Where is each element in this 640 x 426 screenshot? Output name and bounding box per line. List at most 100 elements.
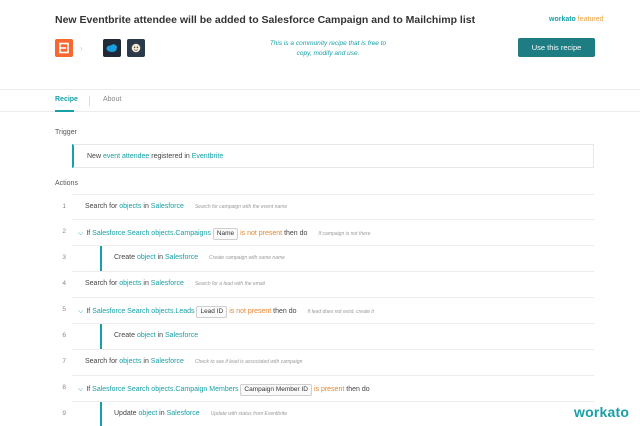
- step-then: then do: [284, 230, 308, 237]
- action-step-3[interactable]: 3 Create object in Salesforce Create cam…: [62, 246, 594, 272]
- salesforce-icon[interactable]: [102, 39, 121, 57]
- step-number: 3: [62, 254, 66, 261]
- step-number: 4: [62, 280, 66, 287]
- action-step-8[interactable]: 8 ⌵ If Salesforce Search objects.Campaign…: [62, 376, 594, 402]
- action-step-1[interactable]: 1 Search for objects in Salesforce Searc…: [62, 194, 594, 220]
- step-object-link[interactable]: object: [137, 254, 156, 261]
- step-comment: Search for campaign with the event name: [194, 204, 288, 210]
- step-number: 8: [62, 384, 66, 391]
- step-pre: Create: [114, 254, 136, 261]
- action-step-2[interactable]: 2 ⌵ If Salesforce Search objects.Campaign…: [62, 220, 594, 246]
- datapill[interactable]: Name: [212, 228, 239, 240]
- step-object-link[interactable]: object: [137, 332, 156, 339]
- app-icons: ›: [55, 39, 145, 57]
- tab-recipe[interactable]: Recipe: [55, 96, 78, 103]
- step-then: then do: [346, 386, 370, 393]
- step-number: 2: [62, 228, 66, 235]
- step-app-link[interactable]: Salesforce: [151, 358, 184, 365]
- step-object-link[interactable]: objects: [119, 280, 141, 287]
- step-comment: Update with status from Eventbrite: [210, 411, 288, 417]
- featured-brand: workato: [549, 16, 576, 23]
- action-step-4[interactable]: 4 Search for objects in Salesforce Searc…: [62, 272, 594, 298]
- step-number: 9: [62, 410, 66, 417]
- chevron-down-icon[interactable]: ⌵: [78, 230, 83, 237]
- actions-section-label: Actions: [55, 180, 78, 187]
- featured-label: featured: [577, 16, 604, 23]
- step-app-link[interactable]: Salesforce: [167, 410, 200, 417]
- mailchimp-icon[interactable]: [126, 39, 145, 57]
- step-datapill-source[interactable]: Salesforce Search objects.Campaigns: [92, 230, 211, 237]
- step-mid: in: [157, 254, 164, 261]
- nest-indicator: [100, 402, 102, 426]
- step-comment: Create campaign with same name: [209, 255, 285, 261]
- step-if: If: [86, 230, 91, 237]
- trigger-text: New event attendee registered in Eventbr…: [87, 153, 223, 160]
- trigger-object-link[interactable]: event attendee: [103, 153, 149, 160]
- step-number: 5: [62, 306, 66, 313]
- step-object-link[interactable]: objects: [119, 203, 141, 210]
- step-mid: in: [143, 280, 149, 287]
- step-number: 1: [62, 203, 66, 210]
- step-pre: Create: [114, 332, 136, 339]
- datapill[interactable]: Campaign Member ID: [240, 384, 312, 396]
- step-app-link[interactable]: Salesforce: [165, 332, 198, 339]
- step-content: ⌵ If Salesforce Search objects.Campaigns …: [78, 228, 370, 240]
- trigger-section-label: Trigger: [55, 129, 77, 136]
- nest-indicator: [100, 324, 102, 349]
- step-object-link[interactable]: object: [139, 410, 158, 417]
- chevron-right-icon: ›: [80, 43, 83, 53]
- step-mid: in: [143, 358, 149, 365]
- step-pre: Search for: [85, 203, 118, 210]
- eventbrite-icon[interactable]: [55, 39, 73, 57]
- step-content: ⌵ If Salesforce Search objects.Campaign M…: [78, 384, 370, 396]
- step-comment: If lead does not exist, create it: [307, 309, 374, 315]
- step-comment: If campaign is not there: [318, 231, 371, 237]
- step-pre: Search for: [85, 280, 118, 287]
- step-mid: in: [157, 332, 164, 339]
- step-object-link[interactable]: objects: [119, 358, 141, 365]
- step-mid: in: [143, 203, 149, 210]
- step-then: then do: [273, 308, 297, 315]
- chevron-down-icon[interactable]: ⌵: [78, 308, 83, 315]
- step-condition[interactable]: is not present: [240, 230, 282, 237]
- step-datapill-source[interactable]: Salesforce Search objects.Campaign Membe…: [92, 386, 238, 393]
- datapill[interactable]: Lead ID: [196, 306, 228, 318]
- action-step-5[interactable]: 5 ⌵ If Salesforce Search objects.Leads Le…: [62, 298, 594, 324]
- recipe-header: New Eventbrite attendee will be added to…: [0, 0, 640, 90]
- step-comment: Check to see if lead is associated with …: [194, 359, 303, 365]
- action-step-6[interactable]: 6 Create object in Salesforce: [62, 324, 594, 350]
- step-content: Create object in Salesforce: [114, 332, 198, 339]
- workato-featured-badge: workato featured: [549, 16, 603, 23]
- step-content: Update object in Salesforce Update with …: [114, 410, 287, 417]
- use-recipe-button[interactable]: Use this recipe: [518, 38, 595, 57]
- workato-watermark: workato: [574, 404, 630, 420]
- step-app-link[interactable]: Salesforce: [165, 254, 198, 261]
- step-pre: Update: [114, 410, 137, 417]
- recipe-title: New Eventbrite attendee will be added to…: [55, 14, 476, 26]
- step-comment: Search for a lead with the email: [194, 281, 265, 287]
- step-if: If: [86, 386, 91, 393]
- step-if: If: [86, 308, 91, 315]
- trigger-pre: New: [87, 153, 102, 160]
- step-content: Search for objects in Salesforce Search …: [85, 280, 265, 287]
- step-condition[interactable]: is present: [314, 386, 344, 393]
- active-tab-indicator: [55, 110, 74, 112]
- step-mid: in: [159, 410, 165, 417]
- trigger-step[interactable]: New event attendee registered in Eventbr…: [72, 144, 594, 168]
- step-datapill-source[interactable]: Salesforce Search objects.Leads: [92, 308, 194, 315]
- step-content: ⌵ If Salesforce Search objects.Leads Lead…: [78, 306, 374, 318]
- step-condition[interactable]: is not present: [229, 308, 271, 315]
- trigger-app-link[interactable]: Eventbrite: [192, 153, 224, 160]
- step-content: Create object in Salesforce Create campa…: [114, 254, 285, 261]
- step-content: Search for objects in Salesforce Check t…: [85, 358, 302, 365]
- chevron-down-icon[interactable]: ⌵: [78, 386, 83, 393]
- action-step-9[interactable]: 9 Update object in Salesforce Update wit…: [62, 402, 594, 426]
- step-pre: Search for: [85, 358, 118, 365]
- step-app-link[interactable]: Salesforce: [151, 280, 184, 287]
- recipe-tabs: Recipe About: [0, 90, 640, 112]
- action-step-7[interactable]: 7 Search for objects in Salesforce Check…: [62, 350, 594, 376]
- tab-about[interactable]: About: [103, 96, 121, 103]
- tab-divider: [89, 96, 90, 106]
- trigger-mid: registered in: [151, 153, 190, 160]
- step-app-link[interactable]: Salesforce: [151, 203, 184, 210]
